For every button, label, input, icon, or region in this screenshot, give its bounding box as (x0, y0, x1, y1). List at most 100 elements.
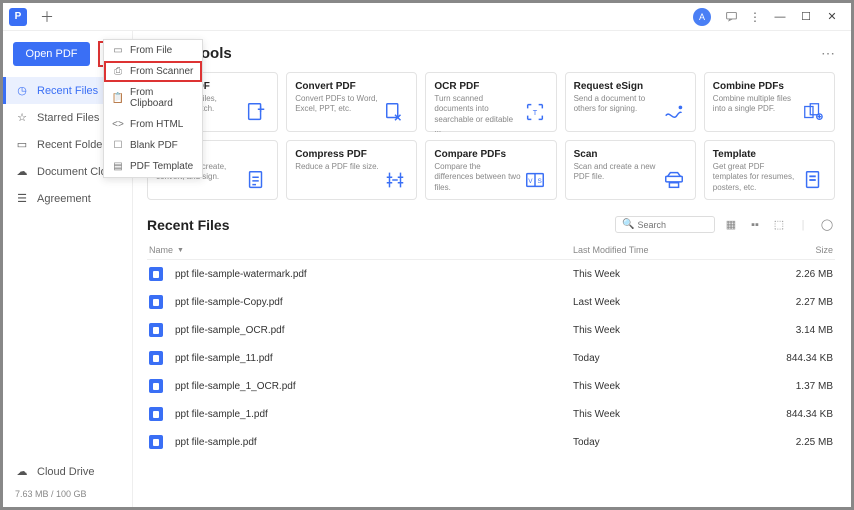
pdf-file-icon (149, 435, 163, 449)
table-row[interactable]: ppt file-sample-Copy.pdfLast Week2.27 MB (147, 288, 835, 316)
quick-tool-card[interactable]: TemplateGet great PDF templates for resu… (704, 140, 835, 200)
file-modified: This Week (573, 325, 773, 336)
search-icon: 🔍 (622, 219, 634, 230)
scanner-icon: ⎙ (112, 66, 124, 77)
file-size: 3.14 MB (773, 325, 833, 336)
menu-item-pdf-template[interactable]: ▤ PDF Template (104, 156, 202, 177)
table-row[interactable]: ppt file-sample_11.pdfToday844.34 KB (147, 344, 835, 372)
quick-tool-card[interactable]: Convert PDFConvert PDFs to Word, Excel, … (286, 72, 417, 132)
file-size: 844.34 KB (773, 409, 833, 420)
svg-text:V: V (528, 178, 533, 185)
menu-item-from-html[interactable]: <>From HTML (104, 114, 202, 135)
file-name: ppt file-sample-watermark.pdf (175, 269, 307, 280)
card-icon: T (522, 81, 548, 123)
table-row[interactable]: ppt file-sample_OCR.pdf This Week3.14 MB (147, 316, 835, 344)
divider: | (795, 217, 811, 233)
card-icon (382, 81, 408, 123)
file-icon: ▭ (112, 45, 124, 56)
card-desc: Reduce a PDF file size. (295, 162, 382, 172)
card-title: Request eSign (574, 81, 661, 92)
card-title: Template (713, 149, 800, 160)
card-desc: Combine multiple files into a single PDF… (713, 94, 800, 115)
sidebar-item-label: Cloud Drive (37, 466, 94, 478)
size-column-header[interactable]: Size (773, 245, 833, 255)
app-window: P ＋ A ⋮ — ☐ ✕ Open PDF + ◷ Recent Files … (2, 2, 852, 508)
menu-item-blank-pdf[interactable]: ☐Blank PDF (104, 135, 202, 156)
template-icon: ▤ (112, 161, 124, 172)
list-view-icon[interactable]: ▦ (723, 217, 739, 233)
sidebar-item-cloud-drive[interactable]: ☁ Cloud Drive (3, 458, 132, 485)
menu-item-label: From Clipboard (130, 87, 194, 109)
sort-icon[interactable]: ⬚ (771, 217, 787, 233)
close-button[interactable]: ✕ (823, 9, 841, 25)
file-modified: This Week (573, 409, 773, 420)
file-modified: Today (573, 353, 773, 364)
table-row[interactable]: ppt file-sample_1.pdfThis Week844.34 KB (147, 400, 835, 428)
card-icon (382, 149, 408, 191)
open-pdf-button[interactable]: Open PDF (13, 42, 90, 66)
quick-tools-more-icon[interactable]: ⋯ (821, 45, 835, 62)
pdf-file-icon (149, 351, 163, 365)
pdf-file-icon (149, 267, 163, 281)
file-size: 2.26 MB (773, 269, 833, 280)
file-modified: This Week (573, 269, 773, 280)
menu-item-from-clipboard[interactable]: 📋 From Clipboard (104, 82, 202, 114)
clock-icon: ◷ (15, 84, 29, 97)
maximize-button[interactable]: ☐ (797, 9, 815, 25)
quick-tool-card[interactable]: Scan Scan and create a new PDF file. (565, 140, 696, 200)
quick-tool-card[interactable]: OCR PDFTurn scanned documents into searc… (425, 72, 556, 132)
card-title: Combine PDFs (713, 81, 800, 92)
overflow-menu-icon[interactable]: ⋮ (746, 8, 764, 26)
clipboard-icon: 📋 (112, 93, 124, 104)
card-title: Compare PDFs (434, 149, 521, 160)
menu-item-label: Blank PDF (130, 140, 178, 151)
user-avatar[interactable]: A (693, 8, 711, 26)
sidebar-item-label: Agreement (37, 193, 91, 205)
file-name: ppt file-sample-Copy.pdf (175, 297, 283, 308)
minimize-button[interactable]: — (771, 9, 789, 25)
pdf-file-icon (149, 295, 163, 309)
card-icon: VS (522, 149, 548, 191)
card-desc: Turn scanned documents into searchable o… (434, 94, 521, 136)
new-document-menu: ▭ From File ⎙ From Scanner 📋 From Clipboard <>… (103, 39, 203, 178)
menu-item-from-scanner[interactable]: ⎙ From Scanner (104, 61, 202, 82)
refresh-icon[interactable]: ◯ (819, 217, 835, 233)
card-desc: Scan and create a new PDF file. (574, 162, 661, 183)
file-modified: Last Week (573, 297, 773, 308)
quick-tool-card[interactable]: Request eSignSend a document to others f… (565, 72, 696, 132)
modified-column-header[interactable]: Last Modified Time (573, 245, 773, 255)
cloud-drive-icon: ☁ (15, 465, 29, 478)
menu-item-label: From File (130, 45, 172, 56)
quick-tool-card[interactable]: Compress PDFReduce a PDF file size. (286, 140, 417, 200)
menu-item-from-file[interactable]: ▭ From File (104, 40, 202, 61)
card-icon (661, 81, 687, 123)
menu-item-label: From Scanner (130, 66, 193, 77)
table-row[interactable]: ppt file-sample.pdfToday2.25 MB (147, 428, 835, 456)
doc-icon: ☰ (15, 192, 29, 205)
card-title: Scan (574, 149, 661, 160)
card-desc: Convert PDFs to Word, Excel, PPT, etc. (295, 94, 382, 115)
card-icon (243, 81, 269, 123)
pdf-file-icon (149, 323, 163, 337)
file-name: ppt file-sample_OCR.pdf (175, 325, 285, 336)
table-row[interactable]: ppt file-sample-watermark.pdf This Week2.… (147, 260, 835, 288)
file-size: 1.37 MB (773, 381, 833, 392)
star-icon: ☆ (15, 111, 29, 124)
table-row[interactable]: ppt file-sample_1_OCR.pdfThis Week1.37 M… (147, 372, 835, 400)
quick-tools-grid: Create PDFCreate from files, images in b… (147, 72, 835, 200)
file-size: 2.25 MB (773, 437, 833, 448)
sidebar-item-agreement[interactable]: ☰ Agreement (3, 185, 132, 212)
new-tab-button[interactable]: ＋ (37, 7, 57, 27)
name-column-header[interactable]: Name ▼ (149, 245, 573, 255)
grid-view-icon[interactable]: ▪▪ (747, 217, 763, 233)
quick-tool-card[interactable]: Compare PDFsCompare the differences betw… (425, 140, 556, 200)
feedback-icon[interactable] (722, 8, 740, 26)
file-modified: This Week (573, 381, 773, 392)
search-input[interactable] (637, 220, 707, 230)
card-title: OCR PDF (434, 81, 521, 92)
menu-item-label: PDF Template (130, 161, 193, 172)
html-icon: <> (112, 119, 124, 130)
pdf-file-icon (149, 379, 163, 393)
quick-tool-card[interactable]: Combine PDFs Combine multiple files into … (704, 72, 835, 132)
search-box[interactable]: 🔍 (615, 216, 715, 233)
